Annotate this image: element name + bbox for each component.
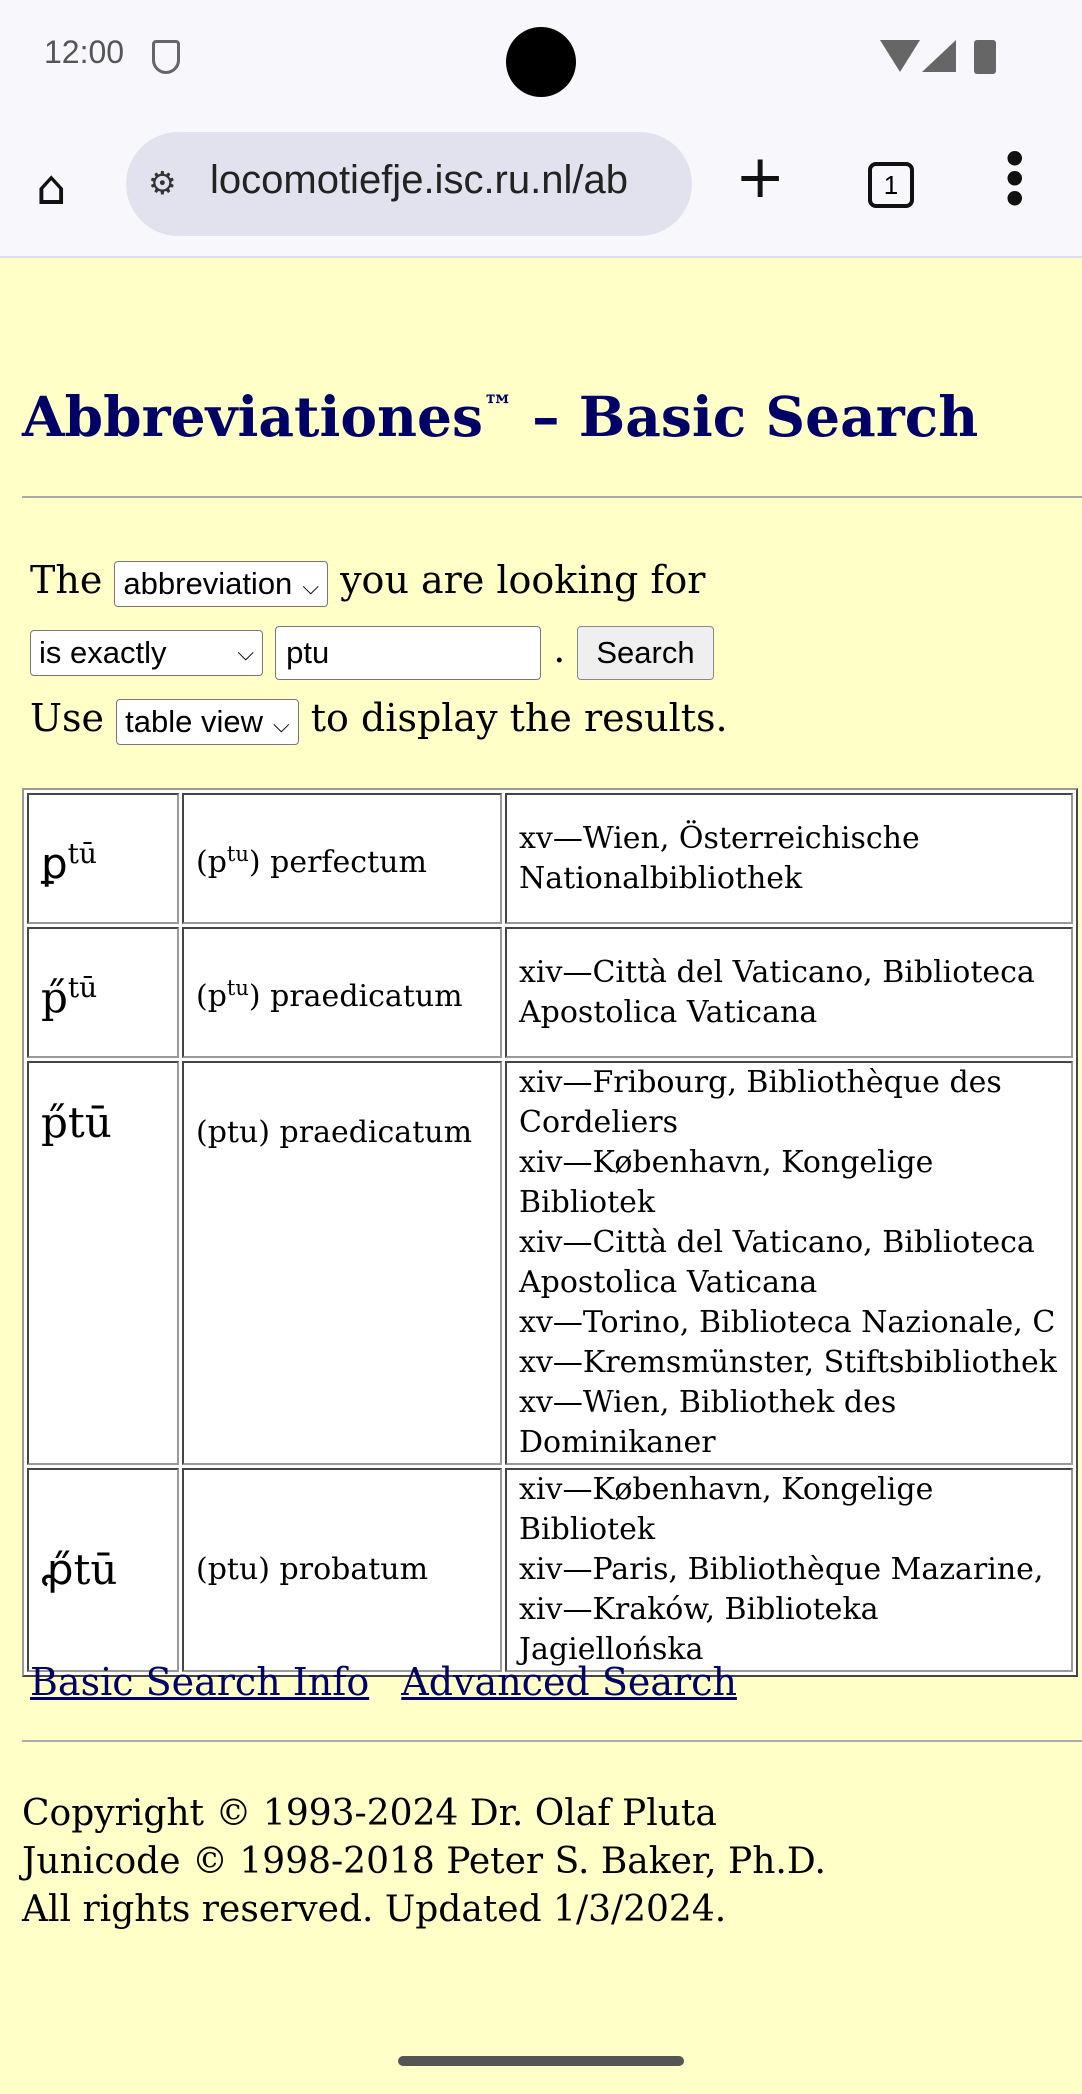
search-input[interactable]: ptu [275, 625, 542, 680]
results-table: ꝑtū (ptu) perfectum xv—Wien, Österreichi… [22, 788, 1078, 1677]
footer-links: Basic Search Info Advanced Search [30, 1660, 757, 1704]
period: . [553, 627, 566, 671]
copyright-line: All rights reserved. Updated 1/3/2024. [22, 1889, 727, 1930]
expansion-cell: (ptu) perfectum [182, 793, 502, 924]
label-looking-for: you are looking for [340, 558, 706, 602]
label-use: Use [30, 696, 105, 740]
expansion-cell: (ptu) praedicatum [182, 1061, 502, 1465]
gesture-nav-bar[interactable] [398, 2056, 684, 2066]
search-form: The abbreviation ⌵ you are looking for is… [30, 546, 1070, 753]
advanced-search-link[interactable]: Advanced Search [401, 1660, 737, 1704]
expansion-cell: (ptu) praedicatum [182, 927, 502, 1058]
expansion-cell: (ptu) probatum [182, 1468, 502, 1672]
table-row: ꝑtū (ptu) perfectum xv—Wien, Österreichi… [27, 793, 1073, 924]
clock: 12:00 [44, 34, 125, 70]
sources-cell: xiv—København, Kongelige Bibliotek xiv—Pa… [505, 1468, 1073, 1672]
table-row: p̋tū (ptu) praedicatum xiv—Città del Vat… [27, 927, 1073, 1058]
url-text[interactable]: locomotiefje.isc.ru.nl/ab [210, 158, 680, 203]
table-row: p̋tū (ptu) praedicatum xiv—Fribourg, Bib… [27, 1061, 1073, 1465]
more-menu-icon[interactable]: • • • [1000, 135, 1030, 225]
divider [22, 1740, 1082, 1742]
signal-icon [922, 40, 956, 72]
shield-icon [152, 40, 180, 74]
table-row: ꝓ̋tū (ptu) probatum xiv—København, Konge… [27, 1468, 1073, 1672]
address-bar[interactable]: ⚙ locomotiefje.isc.ru.nl/ab [126, 132, 692, 236]
browser-toolbar: ⌂ ⚙ locomotiefje.isc.ru.nl/ab + 1 • • • [0, 120, 1082, 258]
search-button[interactable]: Search [577, 625, 714, 680]
tab-switcher-button[interactable]: 1 [868, 162, 914, 208]
divider [22, 496, 1082, 498]
match-select[interactable]: is exactly ⌵ [30, 629, 263, 676]
site-settings-icon[interactable]: ⚙ [148, 164, 177, 202]
abbreviation-cell: p̋tū [27, 927, 179, 1058]
battery-icon [974, 40, 996, 74]
copyright-line: Copyright © 1993-2024 Dr. Olaf Pluta [22, 1793, 717, 1834]
label-the: The [30, 558, 103, 602]
page-title: Abbreviationes™ – Basic Search [22, 384, 979, 449]
field-select[interactable]: abbreviation ⌵ [114, 560, 328, 607]
wifi-icon [880, 40, 920, 72]
basic-search-info-link[interactable]: Basic Search Info [30, 1660, 369, 1704]
view-select[interactable]: table view ⌵ [116, 698, 299, 745]
abbreviation-cell: ꝑtū [27, 793, 179, 924]
label-display: to display the results. [310, 696, 728, 740]
new-tab-icon[interactable]: + [735, 142, 785, 212]
status-bar: 12:00 [0, 0, 1082, 120]
copyright: Copyright © 1993-2024 Dr. Olaf Pluta Jun… [22, 1790, 1072, 1934]
home-icon[interactable]: ⌂ [36, 160, 66, 216]
abbreviation-cell: p̋tū [27, 1061, 179, 1465]
sources-cell: xiv—Città del Vaticano, Biblioteca Apost… [505, 927, 1073, 1058]
sources-cell: xv—Wien, Österreichische Nationalbibliot… [505, 793, 1073, 924]
camera-cutout [506, 27, 576, 97]
sources-cell: xiv—Fribourg, Bibliothèque des Cordelier… [505, 1061, 1073, 1465]
copyright-line: Junicode © 1998-2018 Peter S. Baker, Ph.… [22, 1841, 826, 1882]
abbreviation-cell: ꝓ̋tū [27, 1468, 179, 1672]
